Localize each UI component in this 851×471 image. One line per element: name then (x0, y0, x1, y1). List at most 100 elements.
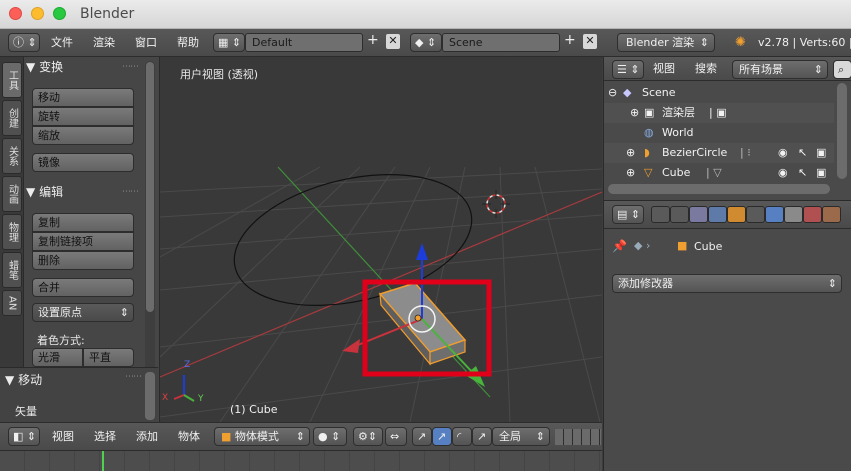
manipulator-toggle-icon[interactable]: ⇔ (385, 427, 407, 446)
orientation-arrow-icon[interactable]: ↗ (472, 427, 492, 446)
outliner-row-scene[interactable]: ⊖ ◆ Scene (604, 83, 834, 103)
tab-grease-pencil[interactable]: 蜡笔 (2, 252, 22, 288)
edit-panel-header[interactable]: ▼ 编辑 ⋯⋯ (26, 182, 144, 202)
scene-icon-button[interactable]: ◆ ⇕ (410, 33, 442, 52)
constraints-tab-icon[interactable] (746, 206, 765, 223)
transform-panel-header[interactable]: ▼ 变换 ⋯⋯ (26, 57, 144, 77)
add-modifier-dropdown[interactable]: 添加修改器 ⇕ (612, 274, 842, 293)
manipulator-rotate-icon[interactable]: ↗ (432, 427, 452, 446)
menu-view[interactable]: 视图 (52, 423, 74, 451)
layer-buttons[interactable] (555, 429, 601, 445)
render-layers-tab-icon[interactable] (670, 206, 689, 223)
display-mode-dropdown[interactable]: 所有场景 ⇕ (732, 60, 828, 79)
3d-viewport[interactable]: 用户视图 (透视) Z X Y (1) Cube (160, 57, 602, 422)
tab-create[interactable]: 创建 (2, 100, 22, 136)
scene-tab-icon[interactable] (689, 206, 708, 223)
translate-button[interactable]: 移动 (32, 88, 134, 107)
expand-icon[interactable]: ⊕ (626, 163, 635, 183)
manipulator-translate-icon[interactable]: ↗ (412, 427, 432, 446)
texture-tab-icon[interactable] (822, 206, 841, 223)
outliner-row-beziercircle[interactable]: ⊕ ◗ BezierCircle | ⁝ ◉ ↖ ▣ (604, 143, 834, 163)
outliner-row-cube[interactable]: ⊕ ▽ Cube | ▽ ◉ ↖ ▣ (604, 163, 834, 183)
add-scene-icon[interactable]: + (564, 32, 576, 48)
menu-render[interactable]: 渲染 (93, 29, 115, 57)
screen-layout-icon-button[interactable]: ▦ ⇕ (213, 33, 245, 52)
operator-panel: ▼ 移动 ⋯⋯ 矢量 (0, 367, 158, 422)
menu-select[interactable]: 选择 (94, 423, 116, 451)
manipulator-scale-icon[interactable]: ◜ (452, 427, 472, 446)
delete-button[interactable]: 删除 (32, 251, 134, 270)
viewport-shading-dropdown[interactable]: ● ⇕ (313, 427, 347, 446)
tab-tools[interactable]: 工具 (2, 62, 22, 98)
modifiers-tab-icon[interactable] (765, 206, 784, 223)
close-window-button[interactable] (9, 7, 22, 20)
outliner-v-scrollbar[interactable] (837, 83, 847, 179)
chevron-updown-icon: ⇕ (119, 306, 129, 319)
render-engine-dropdown[interactable]: Blender 渲染 ⇕ (617, 33, 715, 52)
set-origin-dropdown[interactable]: 设置原点 ⇕ (32, 303, 134, 322)
select-arrow-icon[interactable]: ↖ (798, 163, 807, 183)
outliner-row-world[interactable]: ◍ World (604, 123, 834, 143)
operator-scrollbar[interactable] (145, 372, 155, 420)
pivot-point-dropdown[interactable]: ⚙⇕ (353, 427, 383, 446)
duplicate-linked-button[interactable]: 复制链接项 (32, 232, 134, 251)
minimize-window-button[interactable] (31, 7, 44, 20)
tab-physics[interactable]: 物理 (2, 214, 22, 250)
mirror-button[interactable]: 镜像 (32, 153, 134, 172)
menu-file[interactable]: 文件 (51, 29, 73, 57)
material-tab-icon[interactable] (803, 206, 822, 223)
operator-panel-header[interactable]: ▼ 移动 (5, 371, 42, 388)
object-tab-icon[interactable] (727, 206, 746, 223)
transform-orientation-dropdown[interactable]: 全局 ⇕ (492, 427, 550, 446)
visibility-eye-icon[interactable]: ◉ (778, 143, 788, 163)
world-tab-icon[interactable] (708, 206, 727, 223)
render-camera-icon[interactable]: ▣ (816, 143, 826, 163)
editor-type-button[interactable]: ◧ ⇕ (8, 427, 40, 446)
expand-icon[interactable]: ⊕ (626, 143, 635, 163)
editor-type-button[interactable]: ▤ ⇕ (612, 205, 644, 224)
select-arrow-icon[interactable]: ↖ (798, 143, 807, 163)
shade-smooth-button[interactable]: 光滑 (32, 348, 83, 367)
outliner-row-render-layers[interactable]: ⊕ ▣ 渲染层 | ▣ (604, 103, 834, 123)
visibility-eye-icon[interactable]: ◉ (778, 163, 788, 183)
menu-view[interactable]: 视图 (653, 57, 675, 81)
add-screen-icon[interactable]: + (367, 32, 379, 48)
menu-window[interactable]: 窗口 (135, 29, 157, 57)
tool-shelf-scroll-thumb[interactable] (146, 62, 154, 312)
interaction-mode-dropdown[interactable]: ■ 物体模式 ⇕ (214, 427, 310, 446)
outliner-h-scrollbar[interactable] (608, 184, 830, 194)
editor-type-button[interactable]: ⓘ ⇕ (8, 33, 40, 52)
rotate-button[interactable]: 旋转 (32, 107, 134, 126)
panel-grip-icon[interactable]: ⋯⋯ (122, 57, 139, 77)
scene-field[interactable]: Scene (442, 33, 560, 52)
tab-an[interactable]: AN (2, 290, 22, 316)
tab-animation[interactable]: 动画 (2, 176, 22, 212)
screen-layout-field[interactable]: Default (245, 33, 363, 52)
panel-grip-icon[interactable]: ⋯⋯ (122, 182, 139, 202)
maximize-window-button[interactable] (53, 7, 66, 20)
delete-scene-icon[interactable]: ✕ (583, 34, 597, 49)
menu-object[interactable]: 物体 (178, 423, 200, 451)
render-camera-icon[interactable]: ▣ (816, 163, 826, 183)
expand-icon[interactable]: ⊕ (630, 103, 639, 123)
menu-help[interactable]: 帮助 (177, 29, 199, 57)
data-tab-icon[interactable] (784, 206, 803, 223)
menu-add[interactable]: 添加 (136, 423, 158, 451)
menu-search[interactable]: 搜索 (695, 57, 717, 81)
editor-type-button[interactable]: ☰ ⇕ (612, 60, 644, 79)
timeline[interactable] (0, 450, 602, 471)
join-button[interactable]: 合并 (32, 278, 134, 297)
panel-grip-icon[interactable]: ⋯⋯ (125, 372, 142, 382)
bezier-circle-object[interactable] (221, 153, 484, 326)
shade-flat-button[interactable]: 平直 (83, 348, 134, 367)
tab-relations[interactable]: 关系 (2, 138, 22, 174)
collapse-icon[interactable]: ⊖ (608, 83, 617, 103)
render-tab-icon[interactable] (651, 206, 670, 223)
search-field-icon[interactable]: ⌕ (833, 60, 851, 79)
duplicate-button[interactable]: 复制 (32, 213, 134, 232)
scale-button[interactable]: 缩放 (32, 126, 134, 145)
3d-cursor[interactable] (482, 190, 510, 218)
pin-icon[interactable]: 📌 (612, 239, 627, 253)
delete-screen-icon[interactable]: ✕ (386, 34, 400, 49)
shading-label: 着色方式: (37, 334, 85, 347)
